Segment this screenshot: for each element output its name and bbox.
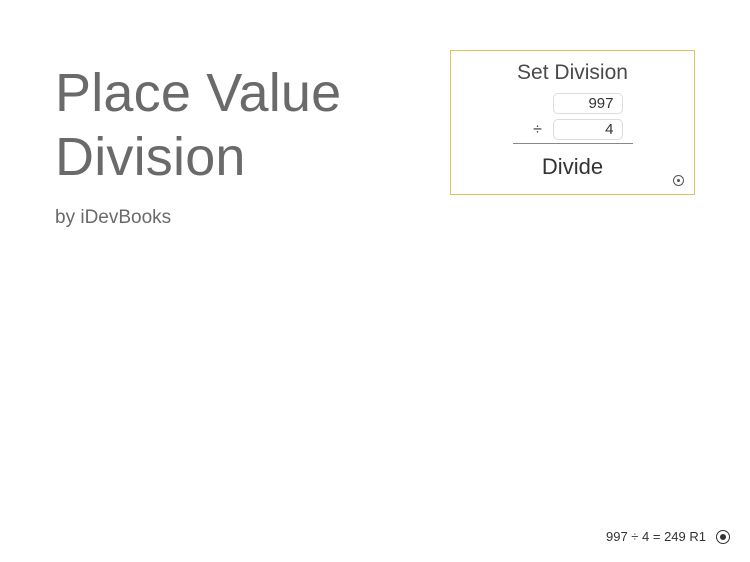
title-line-1: Place Value <box>55 63 341 123</box>
divisor-input[interactable] <box>553 119 623 140</box>
footer: 997 ÷ 4 = 249 R1 <box>606 529 730 544</box>
dividend-input[interactable] <box>553 93 623 114</box>
app-title: Place Value Division <box>55 62 341 189</box>
panel-title: Set Division <box>465 61 680 85</box>
subtitle: by iDevBooks <box>55 207 341 229</box>
input-group: ÷ <box>465 93 680 140</box>
title-line-2: Division <box>55 127 246 187</box>
divide-button[interactable]: Divide <box>465 152 680 186</box>
divisor-row: ÷ <box>508 119 638 140</box>
divide-symbol: ÷ <box>523 121 553 139</box>
dividend-row <box>508 93 638 114</box>
set-division-panel: Set Division ÷ Divide <box>450 50 695 195</box>
title-area: Place Value Division by iDevBooks <box>55 62 341 229</box>
record-icon[interactable] <box>716 530 730 544</box>
panel-indicator-icon[interactable] <box>673 175 684 186</box>
result-text: 997 ÷ 4 = 249 R1 <box>606 529 706 544</box>
divider-line <box>513 143 633 144</box>
